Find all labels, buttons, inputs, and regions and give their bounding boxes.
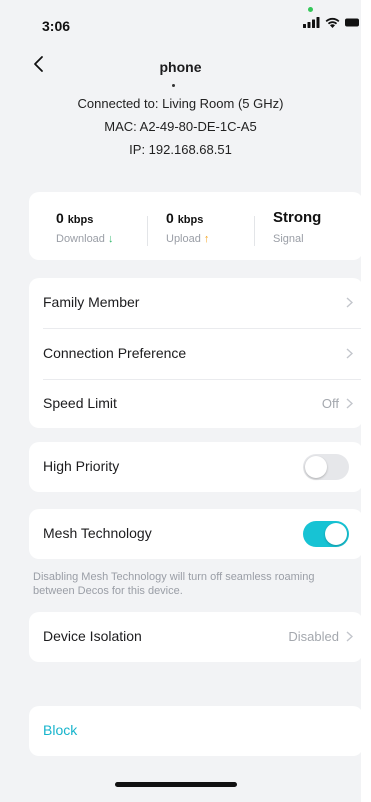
settings-card: Family Member Connection Preference Spee… — [29, 278, 363, 428]
mesh-technology-card: Mesh Technology — [29, 509, 363, 559]
ip-address-text: IP: 192.168.68.51 — [129, 142, 232, 157]
connection-preference-label: Connection Preference — [43, 345, 187, 361]
mesh-technology-toggle[interactable] — [303, 521, 349, 547]
download-label: Download — [56, 233, 105, 245]
status-bar: 3:06 — [0, 0, 361, 44]
connected-to-text: Connected to: Living Room (5 GHz) — [77, 96, 284, 111]
signal-value: Strong — [273, 209, 322, 226]
family-member-row[interactable]: Family Member — [29, 278, 363, 327]
status-time: 3:06 — [42, 18, 71, 34]
chevron-right-icon — [346, 398, 353, 409]
family-member-label: Family Member — [43, 294, 140, 310]
wifi-icon — [325, 17, 340, 28]
mesh-technology-row: Mesh Technology — [29, 509, 363, 558]
stat-divider — [254, 216, 255, 246]
device-isolation-card: Device Isolation Disabled — [29, 612, 363, 662]
upload-arrow-icon: ↑ — [203, 233, 210, 245]
toggle-knob — [305, 456, 327, 478]
battery-icon — [345, 18, 359, 27]
chevron-right-icon — [346, 631, 353, 642]
speed-limit-label: Speed Limit — [43, 395, 117, 411]
stat-divider — [147, 216, 148, 246]
high-priority-card: High Priority — [29, 442, 363, 492]
toggle-knob — [325, 523, 347, 545]
mesh-technology-label: Mesh Technology — [43, 525, 152, 541]
block-label: Block — [43, 722, 78, 738]
device-isolation-value: Disabled — [288, 629, 339, 644]
connection-preference-row[interactable]: Connection Preference — [29, 329, 363, 378]
chevron-right-icon — [346, 297, 353, 308]
download-value: 0 — [56, 210, 64, 226]
signal-label: Signal — [273, 233, 304, 245]
traffic-stats-card: 0 kbps Download ↓ 0 kbps Upload ↑ Strong… — [29, 192, 363, 260]
upload-value: 0 — [166, 210, 174, 226]
download-unit: kbps — [67, 214, 94, 226]
system-icons — [303, 17, 359, 28]
upload-label: Upload — [166, 233, 201, 245]
mesh-technology-note: Disabling Mesh Technology will turn off … — [33, 571, 315, 597]
privacy-indicator-dot — [308, 7, 313, 12]
title-dot — [172, 84, 175, 87]
page-title: phone — [159, 59, 202, 75]
high-priority-row: High Priority — [29, 442, 363, 491]
chevron-right-icon — [346, 348, 353, 359]
block-card: Block — [29, 706, 363, 756]
app-screen: 3:06 phone Connected to: Living Room (5 … — [0, 0, 363, 802]
speed-limit-row[interactable]: Speed Limit Off — [29, 379, 363, 428]
cellular-signal-icon — [303, 17, 320, 28]
high-priority-toggle[interactable] — [303, 454, 349, 480]
upload-unit: kbps — [177, 214, 204, 226]
device-isolation-row[interactable]: Device Isolation Disabled — [29, 612, 363, 661]
download-arrow-icon: ↓ — [107, 233, 114, 245]
high-priority-label: High Priority — [43, 458, 120, 474]
speed-limit-value: Off — [321, 396, 339, 411]
mac-address-text: MAC: A2-49-80-DE-1C-A5 — [104, 119, 257, 134]
edge-strip — [361, 0, 371, 802]
home-indicator — [115, 782, 237, 787]
device-isolation-label: Device Isolation — [43, 628, 142, 644]
block-button[interactable]: Block — [29, 706, 363, 755]
